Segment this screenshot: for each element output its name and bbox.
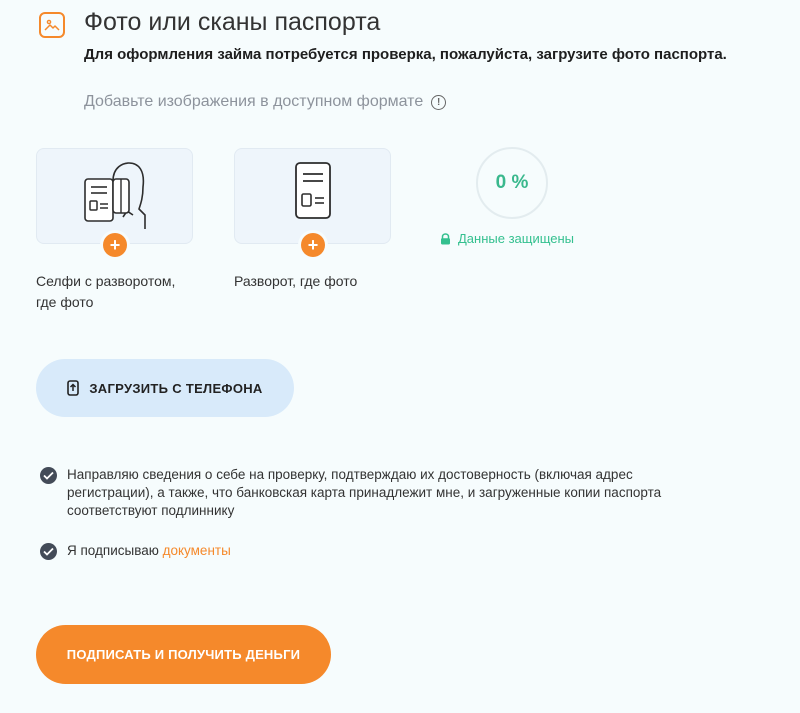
upload-from-phone-label: ЗАГРУЗИТЬ С ТЕЛЕФОНА — [89, 380, 263, 396]
upload-from-phone-button[interactable]: ЗАГРУЗИТЬ С ТЕЛЕФОНА — [36, 359, 294, 417]
consent-verification[interactable]: Направляю сведения о себе на проверку, п… — [40, 466, 720, 520]
plus-icon: + — [307, 235, 319, 255]
format-hint-text: Добавьте изображения в доступном формате — [84, 93, 424, 110]
add-spread-button[interactable]: + — [301, 233, 325, 257]
info-icon[interactable]: ! — [431, 94, 447, 110]
upload-progress-value: 0 % — [495, 172, 529, 193]
upload-card-spread[interactable] — [234, 148, 391, 244]
passport-icon — [294, 162, 331, 219]
check-icon[interactable] — [40, 543, 57, 560]
page-subtitle: Для оформления займа потребуется проверк… — [84, 46, 727, 63]
consent-sign-text: Я подписываю документы — [67, 542, 231, 560]
consent-sign-prefix: Я подписываю — [67, 543, 163, 558]
upload-card-selfie[interactable] — [36, 148, 193, 244]
data-secure-text: Данные защищены — [458, 231, 575, 246]
data-secure-note: Данные защищены — [440, 231, 574, 246]
upload-label-selfie: Селфи с разворотом, где фото — [36, 273, 176, 310]
sign-and-get-money-button[interactable]: ПОДПИСАТЬ И ПОЛУЧИТЬ ДЕНЬГИ — [36, 625, 331, 684]
upload-label-spread: Разворот, где фото — [234, 273, 358, 289]
phone-upload-icon — [67, 380, 80, 396]
add-selfie-button[interactable]: + — [103, 233, 127, 257]
format-hint: Добавьте изображения в доступном формате… — [84, 93, 447, 111]
check-icon[interactable] — [40, 467, 57, 484]
page-title: Фото или сканы паспорта — [84, 8, 381, 36]
upload-progress: 0 % — [476, 147, 548, 219]
consent-verification-text: Направляю сведения о себе на проверку, п… — [67, 467, 662, 518]
lock-icon — [441, 232, 450, 244]
documents-link[interactable]: документы — [163, 543, 231, 558]
plus-icon: + — [109, 235, 121, 255]
image-icon — [39, 12, 65, 38]
selfie-passport-icon — [83, 162, 146, 229]
consent-sign-documents[interactable]: Я подписываю документы — [40, 542, 231, 560]
